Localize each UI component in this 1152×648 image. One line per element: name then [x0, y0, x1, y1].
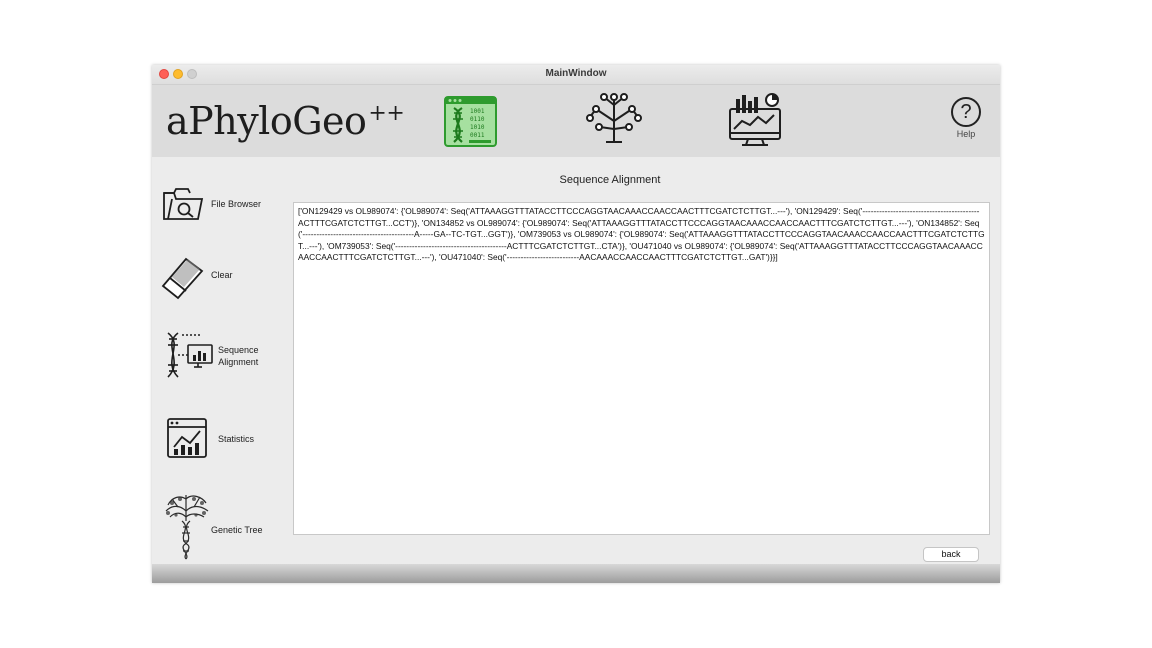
header-toolbar: aPhyloGeo++ 1001 0110 1010 0011 ? Help [152, 85, 1000, 157]
title-bar: MainWindow [152, 65, 1000, 85]
stats-chart-icon [167, 418, 207, 458]
tree-dna-icon [165, 495, 209, 560]
sidebar-label-sequence-alignment: Sequence Alignment [218, 345, 259, 367]
logo-suffix: ++ [368, 101, 405, 126]
sidebar-label-file-browser: File Browser [211, 199, 262, 209]
sidebar-label-genetic-tree: Genetic Tree [211, 525, 263, 535]
svg-text:1001: 1001 [470, 108, 485, 115]
svg-text:1010: 1010 [470, 124, 485, 131]
sidebar-item-sequence-alignment[interactable]: Sequence Alignment [160, 331, 290, 391]
svg-text:0110: 0110 [470, 116, 485, 123]
section-title: Sequence Alignment [559, 174, 661, 186]
sidebar-item-statistics[interactable]: Statistics [160, 415, 290, 475]
logo-text: aPhyloGeo [166, 99, 367, 143]
help-icon: ? [951, 97, 981, 127]
help-label: Help [956, 129, 976, 139]
alignment-output-textbox[interactable]: ['ON129429 vs OL989074': {'OL989074': Se… [293, 202, 990, 535]
window-title: MainWindow [545, 68, 607, 79]
app-logo: aPhyloGeo++ [166, 99, 405, 143]
svg-text:0011: 0011 [470, 132, 485, 139]
sidebar-label-statistics: Statistics [218, 434, 255, 444]
folder-search-icon [163, 188, 204, 220]
status-bar [152, 564, 1000, 583]
alignment-output-text: ['ON129429 vs OL989074': {'OL989074': Se… [298, 206, 985, 262]
statistics-monitor-icon[interactable] [728, 91, 784, 152]
sidebar-item-file-browser[interactable]: File Browser [160, 183, 290, 243]
sidebar-item-genetic-tree[interactable]: Genetic Tree [160, 491, 290, 560]
eraser-icon [161, 257, 204, 300]
main-window: MainWindow aPhyloGeo++ 1001 0110 1010 00 [152, 65, 1000, 583]
back-button[interactable]: back [923, 547, 979, 562]
help-button[interactable]: ? Help [948, 97, 984, 139]
dna-alignment-icon[interactable]: 1001 0110 1010 0011 [444, 96, 498, 153]
sidebar-item-clear[interactable]: Clear [160, 253, 290, 313]
sidebar-label-clear: Clear [211, 270, 233, 280]
dna-chart-icon [167, 332, 213, 378]
tree-icon[interactable] [584, 91, 644, 150]
